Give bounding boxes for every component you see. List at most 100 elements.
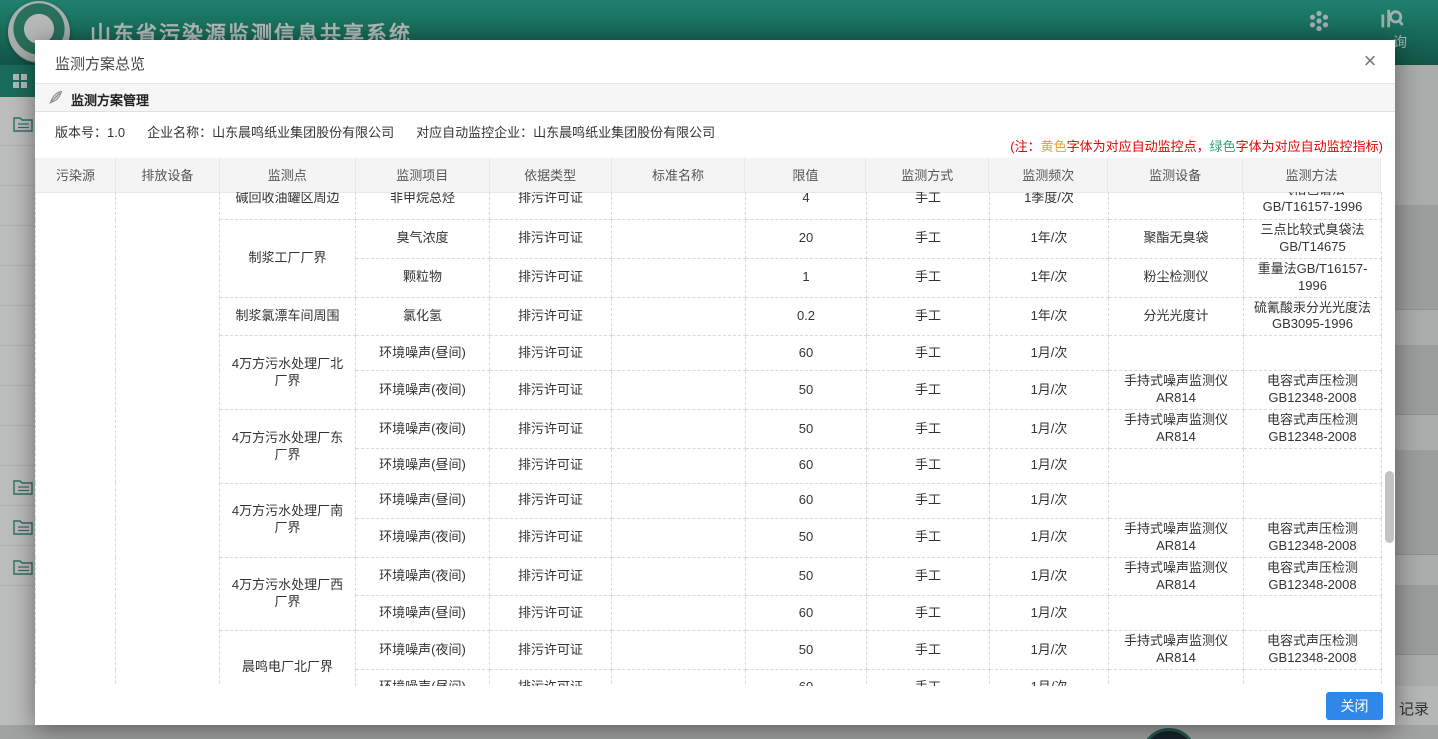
- monitor-device-cell: 手持式噪声监测仪 AR814: [1109, 518, 1244, 557]
- monitor-frequency-cell: 1月/次: [990, 410, 1109, 449]
- basis-type-cell: 排污许可证: [490, 518, 612, 557]
- basis-type-cell: 排污许可证: [490, 557, 612, 596]
- pollution-source-cell: [36, 192, 116, 686]
- yellow-note-text: 黄色: [1041, 139, 1067, 154]
- monitor-method-cell: 电容式声压检测 GB12348-2008: [1244, 371, 1382, 410]
- monitor-method-cell: [1244, 336, 1382, 371]
- column-header: 依据类型: [489, 158, 611, 192]
- limit-value-cell: 4: [746, 192, 867, 220]
- monitor-method-cell: 气相色谱法 GB/T16157-1996: [1244, 192, 1382, 220]
- monitor-item-cell: 环境噪声(昼间): [356, 670, 490, 686]
- modal-footer: 关闭: [35, 686, 1395, 725]
- table-scrollbar-thumb[interactable]: [1385, 471, 1394, 543]
- monitor-point-cell: 碱回收油罐区周边: [220, 192, 356, 220]
- monitor-method-cell: 电容式声压检测 GB12348-2008: [1244, 631, 1382, 670]
- feather-pen-icon: [47, 89, 64, 106]
- monitor-frequency-cell: 1月/次: [990, 670, 1109, 686]
- monitor-point-cell: 晨鸣电厂北厂界: [220, 631, 356, 686]
- limit-value-cell: 60: [746, 483, 867, 518]
- standard-name-cell: [612, 297, 746, 336]
- monitor-frequency-cell: 1月/次: [990, 596, 1109, 631]
- monitor-device-cell: 手持式噪声监测仪 AR814: [1109, 410, 1244, 449]
- monitor-point-cell: 4万方污水处理厂南厂界: [220, 483, 356, 557]
- monitor-item-cell: 环境噪声(夜间): [356, 557, 490, 596]
- monitor-device-cell: [1109, 483, 1244, 518]
- standard-name-cell: [612, 192, 746, 220]
- monitor-mode-cell: 手工: [867, 220, 990, 259]
- version-label: 版本号：1.0: [55, 125, 125, 140]
- standard-name-cell: [612, 410, 746, 449]
- monitor-frequency-cell: 1月/次: [990, 483, 1109, 518]
- monitor-device-cell: 手持式噪声监测仪 AR814: [1109, 631, 1244, 670]
- monitor-item-cell: 颗粒物: [356, 258, 490, 297]
- monitor-method-cell: [1244, 670, 1382, 686]
- basis-type-cell: 排污许可证: [490, 631, 612, 670]
- basis-type-cell: 排污许可证: [490, 410, 612, 449]
- standard-name-cell: [612, 220, 746, 259]
- column-header: 监测设备: [1108, 158, 1243, 192]
- monitor-frequency-cell: 1月/次: [990, 371, 1109, 410]
- monitor-device-cell: [1109, 336, 1244, 371]
- monitor-mode-cell: 手工: [867, 192, 990, 220]
- monitor-frequency-cell: 1月/次: [990, 631, 1109, 670]
- monitor-mode-cell: 手工: [867, 448, 990, 483]
- monitor-device-cell: 手持式噪声监测仪 AR814: [1109, 557, 1244, 596]
- basis-type-cell: 排污许可证: [490, 336, 612, 371]
- monitor-device-cell: 分光光度计: [1109, 297, 1244, 336]
- modal-title: 监测方案总览: [55, 53, 145, 74]
- limit-value-cell: 0.2: [746, 297, 867, 336]
- table-row: 晨鸣电厂北厂界环境噪声(夜间)排污许可证50手工1月/次手持式噪声监测仪 AR8…: [36, 631, 1382, 670]
- close-button[interactable]: 关闭: [1326, 692, 1383, 720]
- column-header: 监测方法: [1243, 158, 1381, 192]
- monitor-point-cell: 4万方污水处理厂东厂界: [220, 410, 356, 484]
- monitor-mode-cell: 手工: [867, 596, 990, 631]
- column-header: 监测方式: [866, 158, 989, 192]
- monitor-item-cell: 环境噪声(夜间): [356, 371, 490, 410]
- plan-table-body-viewport[interactable]: 碱回收油罐区周边非甲烷总烃排污许可证4手工1季度/次气相色谱法 GB/T1615…: [35, 192, 1395, 686]
- monitor-device-cell: [1109, 448, 1244, 483]
- table-row: 制浆氯漂车间周围氯化氢排污许可证0.2手工1年/次分光光度计硫氰酸汞分光光度法G…: [36, 297, 1382, 336]
- limit-value-cell: 50: [746, 631, 867, 670]
- monitor-device-cell: [1109, 670, 1244, 686]
- column-header: 监测项目: [355, 158, 489, 192]
- monitor-mode-cell: 手工: [867, 631, 990, 670]
- monitor-frequency-cell: 1月/次: [990, 557, 1109, 596]
- monitor-mode-cell: 手工: [867, 670, 990, 686]
- limit-value-cell: 50: [746, 410, 867, 449]
- plan-info-line: 版本号：1.0企业名称：山东晨鸣纸业集团股份有限公司对应自动监控企业：山东晨鸣纸…: [55, 122, 737, 141]
- basis-type-cell: 排污许可证: [490, 448, 612, 483]
- limit-value-cell: 1: [746, 258, 867, 297]
- monitor-method-cell: 电容式声压检测 GB12348-2008: [1244, 557, 1382, 596]
- monitor-device-cell: 手持式噪声监测仪 AR814: [1109, 371, 1244, 410]
- monitor-point-cell: 4万方污水处理厂北厂界: [220, 336, 356, 410]
- modal-title-bar: 监测方案总览 ×: [35, 40, 1395, 84]
- monitor-point-cell: 制浆工厂厂界: [220, 220, 356, 298]
- monitor-device-cell: [1109, 596, 1244, 631]
- basis-type-cell: 排污许可证: [490, 297, 612, 336]
- monitor-mode-cell: 手工: [867, 297, 990, 336]
- discharge-equipment-cell: [116, 192, 220, 686]
- column-header: 监测频次: [989, 158, 1108, 192]
- standard-name-cell: [612, 670, 746, 686]
- column-header: 限值: [745, 158, 866, 192]
- limit-value-cell: 60: [746, 336, 867, 371]
- monitor-frequency-cell: 1月/次: [990, 448, 1109, 483]
- column-header: 污染源: [36, 158, 116, 192]
- info-band: 版本号：1.0企业名称：山东晨鸣纸业集团股份有限公司对应自动监控企业：山东晨鸣纸…: [35, 112, 1395, 158]
- monitor-mode-cell: 手工: [867, 336, 990, 371]
- table-row: 碱回收油罐区周边非甲烷总烃排污许可证4手工1季度/次气相色谱法 GB/T1615…: [36, 192, 1382, 220]
- monitor-mode-cell: 手工: [867, 518, 990, 557]
- monitor-item-cell: 氯化氢: [356, 297, 490, 336]
- section-title: 监测方案管理: [71, 90, 149, 109]
- monitor-method-cell: [1244, 596, 1382, 631]
- close-icon[interactable]: ×: [1357, 48, 1383, 74]
- standard-name-cell: [612, 336, 746, 371]
- plan-table-header: 污染源排放设备监测点监测项目依据类型标准名称限值监测方式监测频次监测设备监测方法: [35, 158, 1381, 193]
- column-header: 标准名称: [611, 158, 745, 192]
- table-row: 4万方污水处理厂北厂界环境噪声(昼间)排污许可证60手工1月/次: [36, 336, 1382, 371]
- column-header: 排放设备: [115, 158, 219, 192]
- limit-value-cell: 60: [746, 670, 867, 686]
- basis-type-cell: 排污许可证: [490, 371, 612, 410]
- column-header: 监测点: [219, 158, 355, 192]
- monitor-item-cell: 环境噪声(昼间): [356, 336, 490, 371]
